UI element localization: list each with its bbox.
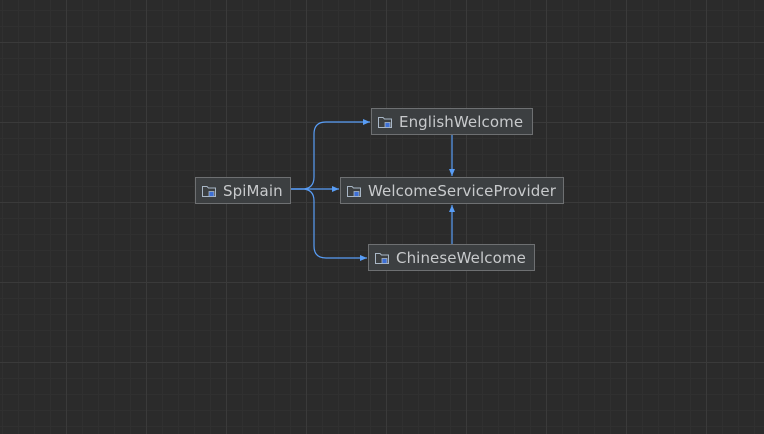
node-spimain[interactable]: SpiMain	[195, 177, 291, 204]
dependency-edges	[291, 119, 455, 261]
package-icon	[374, 250, 390, 266]
diagram-canvas[interactable]: SpiMain EnglishWelcome WelcomeServicePro…	[0, 0, 764, 434]
node-welcomeserviceprovider[interactable]: WelcomeServiceProvider	[340, 177, 564, 204]
node-englishwelcome[interactable]: EnglishWelcome	[371, 108, 533, 135]
node-label: ChineseWelcome	[396, 248, 526, 267]
package-icon	[346, 183, 362, 199]
node-label: WelcomeServiceProvider	[368, 181, 557, 200]
package-icon	[201, 183, 217, 199]
node-label: SpiMain	[223, 181, 283, 200]
package-icon	[377, 114, 393, 130]
node-label: EnglishWelcome	[399, 112, 524, 131]
node-chinesewelcome[interactable]: ChineseWelcome	[368, 244, 535, 271]
